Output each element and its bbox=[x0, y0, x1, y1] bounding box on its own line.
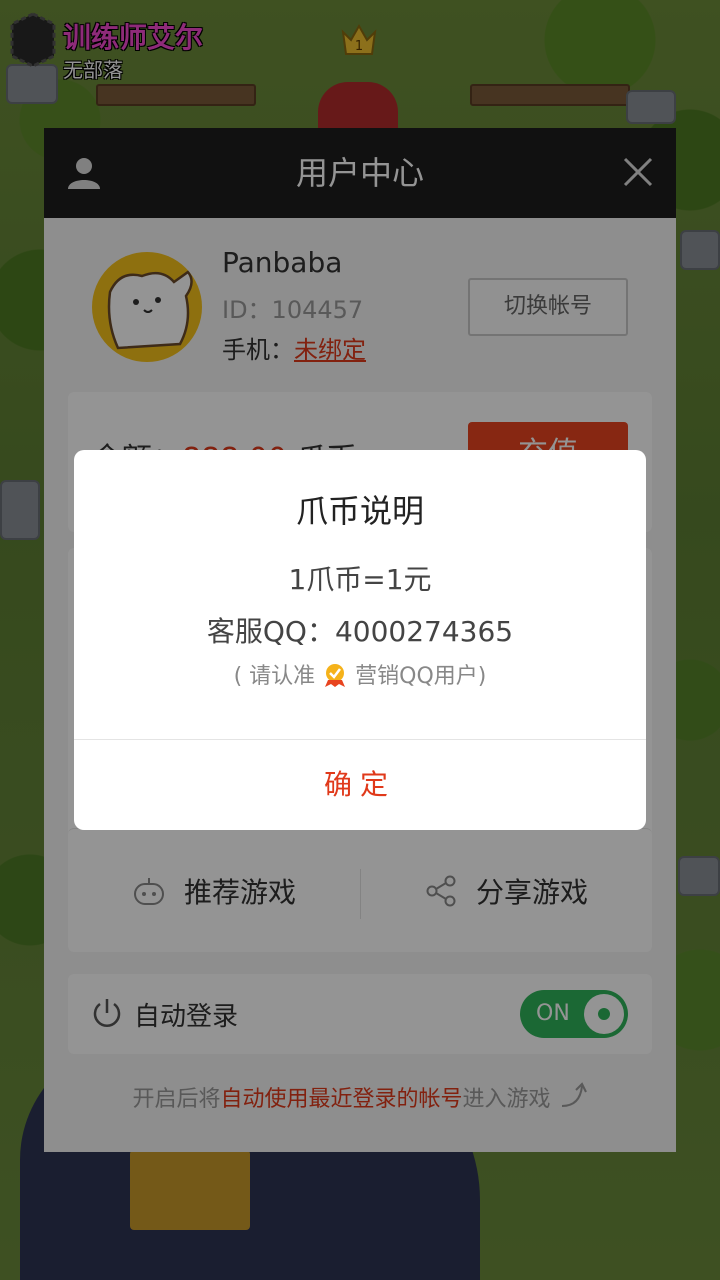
support-qq: 客服QQ：4000274365 bbox=[206, 615, 514, 648]
exchange-rate: 1爪币=1元 bbox=[288, 563, 432, 596]
note-prefix: ( 请认准 bbox=[233, 664, 316, 689]
note-suffix: 营销QQ用户) bbox=[355, 664, 487, 689]
coin-info-dialog: 爪币说明 1爪币=1元 客服QQ：4000274365 ( 请认准 营销QQ用户… bbox=[74, 450, 646, 830]
verified-badge-icon bbox=[325, 664, 346, 687]
verification-note: ( 请认准 营销QQ用户) bbox=[74, 658, 646, 690]
confirm-button[interactable]: 确定 bbox=[74, 740, 646, 830]
dialog-title: 爪币说明 bbox=[295, 492, 424, 530]
